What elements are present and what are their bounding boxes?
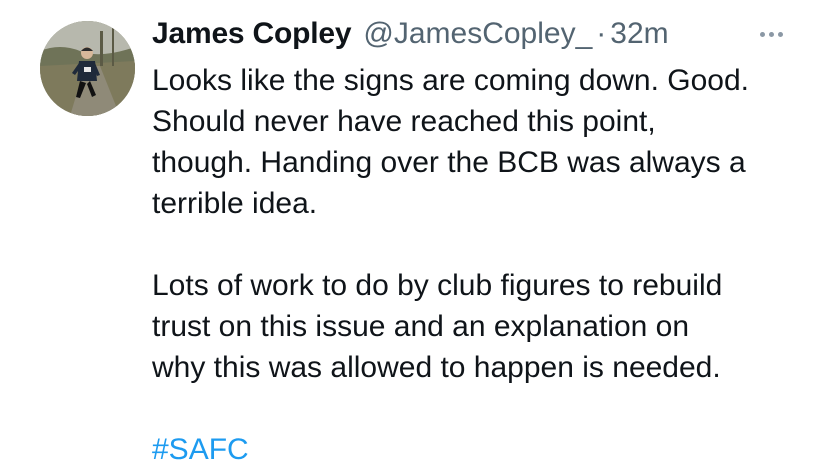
hashtag-link[interactable]: #SAFC bbox=[152, 429, 249, 470]
tweet-header: James Copley @JamesCopley_ · 32m bbox=[152, 14, 669, 54]
more-horizontal-icon bbox=[759, 31, 765, 37]
tweet-text: Looks like the signs are coming down. Go… bbox=[152, 60, 812, 470]
author-name[interactable]: James Copley bbox=[152, 14, 352, 54]
tweet-paragraph: Looks like the signs are coming down. Go… bbox=[152, 64, 749, 220]
timestamp[interactable]: 32m bbox=[610, 14, 668, 54]
tweet-card: James Copley @JamesCopley_ · 32m Looks l… bbox=[0, 0, 827, 472]
tweet-paragraph: Lots of work to do by club figures to re… bbox=[152, 269, 723, 384]
avatar-photo bbox=[40, 21, 135, 116]
avatar[interactable] bbox=[40, 21, 135, 116]
separator-dot: · bbox=[596, 17, 607, 50]
more-options-button[interactable] bbox=[751, 22, 791, 46]
author-handle[interactable]: @JamesCopley_ bbox=[363, 14, 592, 54]
